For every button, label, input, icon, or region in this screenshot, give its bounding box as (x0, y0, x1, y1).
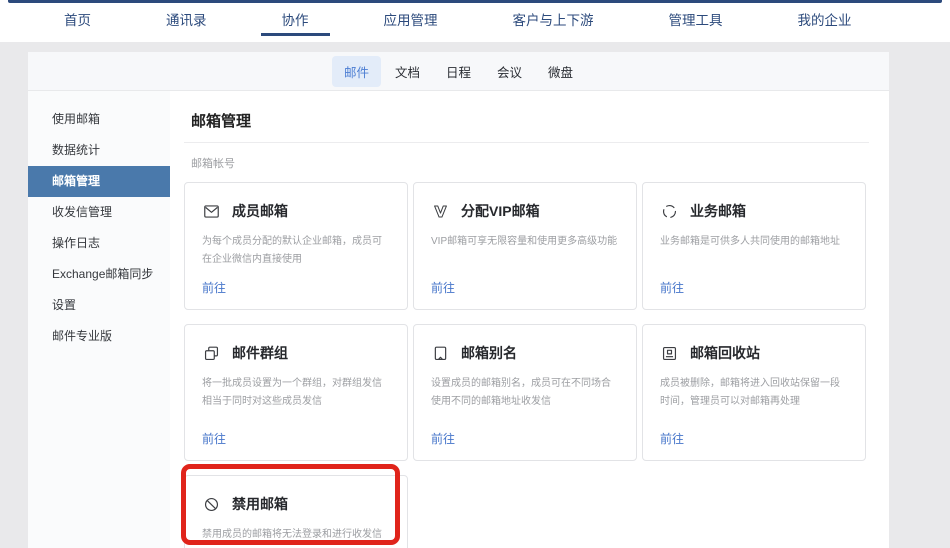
sidebar-item[interactable]: 操作日志 (28, 228, 170, 259)
card-go-link[interactable]: 前往 (660, 279, 684, 296)
card-title: 邮件群组 (232, 343, 288, 363)
sidebar-item[interactable]: 设置 (28, 290, 170, 321)
card-grid: 成员邮箱 为每个成员分配的默认企业邮箱，成员可在企业微信内直接使用 前往 分配V… (184, 182, 869, 548)
recycle-bin-icon (660, 344, 679, 363)
card-description: 禁用成员的邮箱将无法登录和进行收发信 (202, 526, 390, 544)
feature-card: 分配VIP邮箱 VIP邮箱可享无限容量和使用更多高级功能 前往 (413, 182, 637, 310)
card-title: 禁用邮箱 (232, 494, 288, 514)
topnav-item[interactable]: 管理工具 (648, 0, 744, 42)
topnav-item-label: 客户与上下游 (513, 13, 594, 28)
sidebar-item[interactable]: 数据统计 (28, 135, 170, 166)
card-description: 成员被删除，邮箱将进入回收站保留一段时间，管理员可以对邮箱再处理 (660, 375, 848, 410)
topnav-item-label: 我的企业 (798, 13, 852, 28)
main-panel: 邮件文档日程会议微盘 使用邮箱数据统计邮箱管理收发信管理操作日志Exchange… (28, 52, 889, 548)
card-go-link[interactable]: 前往 (431, 279, 455, 296)
content-area: 邮箱管理 邮箱帐号 成员邮箱 为每个成员分配的默认企业邮箱，成员可在企业微信内直… (170, 91, 889, 548)
module-tab-label: 文档 (395, 66, 420, 80)
sidebar-item-label: 操作日志 (52, 236, 100, 250)
sidebar-item[interactable]: Exchange邮箱同步 (28, 259, 170, 290)
module-tab-label: 邮件 (344, 66, 369, 80)
card-header: 邮箱别名 (431, 343, 619, 363)
card-description: 为每个成员分配的默认企业邮箱，成员可在企业微信内直接使用 (202, 233, 390, 268)
card-header: 成员邮箱 (202, 201, 390, 221)
topnav-item-label: 通讯录 (166, 13, 207, 28)
feature-card: 业务邮箱 业务邮箱是可供多人共同使用的邮箱地址 前往 (642, 182, 866, 310)
card-title: 邮箱回收站 (690, 343, 760, 363)
sidebar-item-label: 使用邮箱 (52, 112, 100, 126)
module-tab-label: 微盘 (548, 66, 573, 80)
section-label: 邮箱帐号 (191, 158, 869, 171)
topnav-item[interactable]: 协作 (261, 0, 330, 42)
copy-group-icon (202, 344, 221, 363)
topnav-item-label: 首页 (64, 13, 91, 28)
card-title: 邮箱别名 (461, 343, 517, 363)
sidebar-item-label: 设置 (52, 298, 76, 312)
module-tab[interactable]: 邮件 (332, 56, 381, 87)
card-go-link[interactable]: 前往 (202, 279, 226, 296)
share-circle-icon (660, 202, 679, 221)
card-description: 设置成员的邮箱别名，成员可在不同场合使用不同的邮箱地址收发信 (431, 375, 619, 410)
module-tab[interactable]: 文档 (383, 56, 432, 87)
module-tab[interactable]: 微盘 (536, 56, 585, 87)
sidebar-item[interactable]: 邮箱管理 (28, 166, 170, 197)
title-divider (184, 142, 869, 143)
card-description: VIP邮箱可享无限容量和使用更多高级功能 (431, 233, 619, 251)
topnav-item[interactable]: 首页 (43, 0, 112, 42)
bookmark-icon (431, 344, 450, 363)
vip-icon (431, 202, 450, 221)
card-go-link[interactable]: 前往 (660, 430, 684, 447)
topnav: 首页 通讯录 协作 应用管理 客户与上下游 管理工具 我的企业 (0, 0, 950, 42)
page-title: 邮箱管理 (191, 113, 869, 131)
topnav-item-label: 协作 (282, 13, 309, 28)
topnav-item-label: 应用管理 (384, 13, 438, 28)
card-title: 业务邮箱 (690, 201, 746, 221)
feature-card: 禁用邮箱 禁用成员的邮箱将无法登录和进行收发信 (184, 475, 408, 548)
card-description: 业务邮箱是可供多人共同使用的邮箱地址 (660, 233, 848, 251)
card-title: 成员邮箱 (232, 201, 288, 221)
feature-card: 成员邮箱 为每个成员分配的默认企业邮箱，成员可在企业微信内直接使用 前往 (184, 182, 408, 310)
top-navbar: 首页 通讯录 协作 应用管理 客户与上下游 管理工具 我的企业 (0, 0, 950, 42)
sidebar-item-label: 收发信管理 (52, 205, 112, 219)
module-tab[interactable]: 会议 (485, 56, 534, 87)
sidebar-item-label: 邮箱管理 (52, 174, 100, 188)
module-tab-label: 会议 (497, 66, 522, 80)
module-tab[interactable]: 日程 (434, 56, 483, 87)
card-description: 将一批成员设置为一个群组，对群组发信相当于同时对这些成员发信 (202, 375, 390, 410)
card-header: 禁用邮箱 (202, 494, 390, 514)
card-header: 邮件群组 (202, 343, 390, 363)
module-tab-label: 日程 (446, 66, 471, 80)
feature-card: 邮件群组 将一批成员设置为一个群组，对群组发信相当于同时对这些成员发信 前往 (184, 324, 408, 461)
feature-card: 邮箱别名 设置成员的邮箱别名，成员可在不同场合使用不同的邮箱地址收发信 前往 (413, 324, 637, 461)
sidebar-item[interactable]: 使用邮箱 (28, 104, 170, 135)
sidebar-item-label: 数据统计 (52, 143, 100, 157)
sidebar-item[interactable]: 收发信管理 (28, 197, 170, 228)
topnav-item[interactable]: 我的企业 (777, 0, 873, 42)
ban-icon (202, 495, 221, 514)
card-go-link[interactable]: 前往 (202, 430, 226, 447)
topnav-item[interactable]: 通讯录 (145, 0, 228, 42)
card-header: 分配VIP邮箱 (431, 201, 619, 221)
panel-body: 使用邮箱数据统计邮箱管理收发信管理操作日志Exchange邮箱同步设置邮件专业版… (28, 91, 889, 548)
topnav-item-label: 管理工具 (669, 13, 723, 28)
feature-card: 邮箱回收站 成员被删除，邮箱将进入回收站保留一段时间，管理员可以对邮箱再处理 前… (642, 324, 866, 461)
sidebar-item-label: Exchange邮箱同步 (52, 267, 153, 281)
card-header: 邮箱回收站 (660, 343, 848, 363)
mail-icon (202, 202, 221, 221)
card-title: 分配VIP邮箱 (461, 201, 540, 221)
topnav-item[interactable]: 客户与上下游 (492, 0, 615, 42)
card-header: 业务邮箱 (660, 201, 848, 221)
module-tabbar: 邮件 文档 日程 会议 微盘 (28, 52, 889, 91)
topnav-item[interactable]: 应用管理 (363, 0, 459, 42)
sidebar-item-label: 邮件专业版 (52, 329, 112, 343)
card-go-link[interactable]: 前往 (431, 430, 455, 447)
sidebar-item[interactable]: 邮件专业版 (28, 321, 170, 352)
sidebar: 使用邮箱数据统计邮箱管理收发信管理操作日志 Exchange邮箱同步设置邮件专业版 (28, 91, 170, 548)
